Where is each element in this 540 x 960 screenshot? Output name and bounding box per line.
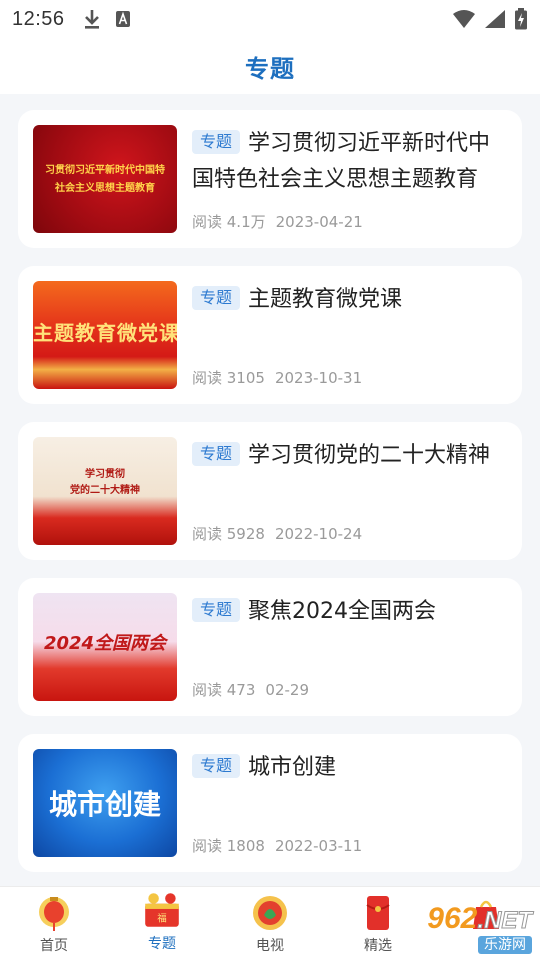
status-time: 12:56 <box>12 7 65 30</box>
wifi-icon <box>453 10 475 28</box>
tab-topics[interactable]: 福 专题 <box>108 887 216 960</box>
topic-card[interactable]: 2024全国两会 专题 聚焦2024全国两会 阅读 473 02-29 <box>18 578 522 716</box>
thumbnail-caption: 社会主义思想主题教育 <box>55 183 155 194</box>
topic-thumbnail: 主题教育微党课 <box>33 281 177 389</box>
read-count: 阅读 473 <box>192 681 256 699</box>
battery-icon <box>515 8 527 30</box>
thumbnail-caption: 城市创建 <box>48 788 161 821</box>
page-title: 专题 <box>245 54 295 83</box>
topic-card[interactable]: 习贯彻习近平新时代中国特 社会主义思想主题教育 专题 学习贯彻习近平新时代中国特色… <box>18 110 522 248</box>
thumbnail-caption: 党的二十大精神 <box>70 485 140 496</box>
tab-tv[interactable]: 电视 <box>216 887 324 960</box>
topic-card[interactable]: 学习贯彻 党的二十大精神 专题 学习贯彻党的二十大精神 阅读 5928 2022-1… <box>18 422 522 560</box>
publish-date: 2023-04-21 <box>275 213 363 231</box>
tab-label: 电视 <box>256 938 284 954</box>
publish-date: 2022-10-24 <box>274 525 363 543</box>
read-count: 阅读 1808 <box>192 837 265 855</box>
tab-label: 专题 <box>148 936 176 952</box>
tab-label: 首页 <box>40 938 68 954</box>
topic-thumbnail: 习贯彻习近平新时代中国特 社会主义思想主题教育 <box>33 125 177 233</box>
topic-title: 城市创建 <box>248 755 337 780</box>
download-icon <box>84 10 99 29</box>
publish-date: 2022-03-11 <box>274 837 363 855</box>
thumbnail-caption: 主题教育微党课 <box>33 321 177 345</box>
topic-title: 学习贯彻党的二十大精神 <box>248 443 491 468</box>
topic-meta: 阅读 3105 2023-10-31 <box>192 367 362 388</box>
thumbnail-caption: 学习贯彻 <box>85 469 125 480</box>
status-bar: 12:56 <box>0 0 540 38</box>
read-count: 阅读 4.1万 <box>192 213 266 231</box>
topic-thumbnail: 城市创建 <box>33 749 177 857</box>
topic-title-line: 专题 学习贯彻党的二十大精神 <box>192 438 506 474</box>
topic-tag: 专题 <box>192 442 241 466</box>
read-count: 阅读 5928 <box>192 525 265 543</box>
signal-icon <box>485 10 505 28</box>
topic-tag: 专题 <box>192 754 241 778</box>
tv-icon <box>253 896 287 930</box>
topic-meta: 阅读 5928 2022-10-24 <box>192 523 362 544</box>
topic-title-line: 专题 聚焦2024全国两会 <box>192 594 506 630</box>
publish-date: 2023-10-31 <box>274 369 363 387</box>
thumbnail-caption: 2024全国两会 <box>43 633 167 654</box>
lantern-icon <box>39 897 69 931</box>
topic-tag: 专题 <box>192 130 241 154</box>
topic-meta: 阅读 473 02-29 <box>192 679 309 700</box>
tab-home[interactable]: 首页 <box>0 887 108 960</box>
watermark-logo: 962.NET 乐游网 <box>402 904 536 954</box>
topic-title-line: 专题 城市创建 <box>192 750 506 786</box>
topic-tag: 专题 <box>192 286 241 310</box>
watermark-logo-text: 962.NET <box>427 902 532 935</box>
topic-title-line: 专题 主题教育微党课 <box>192 282 506 318</box>
page-header: 专题 <box>0 38 540 94</box>
gift-basket-icon: 福 <box>145 893 179 927</box>
topic-title: 主题教育微党课 <box>248 287 403 312</box>
topic-meta: 阅读 1808 2022-03-11 <box>192 835 362 856</box>
publish-date: 02-29 <box>265 681 309 699</box>
topic-card[interactable]: 主题教育微党课 专题 主题教育微党课 阅读 3105 2023-10-31 <box>18 266 522 404</box>
tab-label: 精选 <box>364 938 392 954</box>
watermark-subtitle: 乐游网 <box>478 936 532 954</box>
svg-text:福: 福 <box>157 913 166 925</box>
topic-title-line: 专题 学习贯彻习近平新时代中国特色社会主义思想主题教育 <box>192 126 506 198</box>
topic-card[interactable]: 城市创建 专题 城市创建 阅读 1808 2022-03-11 <box>18 734 522 872</box>
read-count: 阅读 3105 <box>192 369 265 387</box>
a-icon <box>115 11 130 27</box>
topic-thumbnail: 2024全国两会 <box>33 593 177 701</box>
topic-title: 聚焦2024全国两会 <box>248 599 437 624</box>
thumbnail-caption: 习贯彻习近平新时代中国特 <box>45 165 165 176</box>
topic-meta: 阅读 4.1万 2023-04-21 <box>192 211 363 232</box>
topic-thumbnail: 学习贯彻 党的二十大精神 <box>33 437 177 545</box>
red-envelope-icon <box>366 896 390 930</box>
topic-list: 习贯彻习近平新时代中国特 社会主义思想主题教育 专题 学习贯彻习近平新时代中国特色… <box>18 110 522 890</box>
topic-tag: 专题 <box>192 598 241 622</box>
